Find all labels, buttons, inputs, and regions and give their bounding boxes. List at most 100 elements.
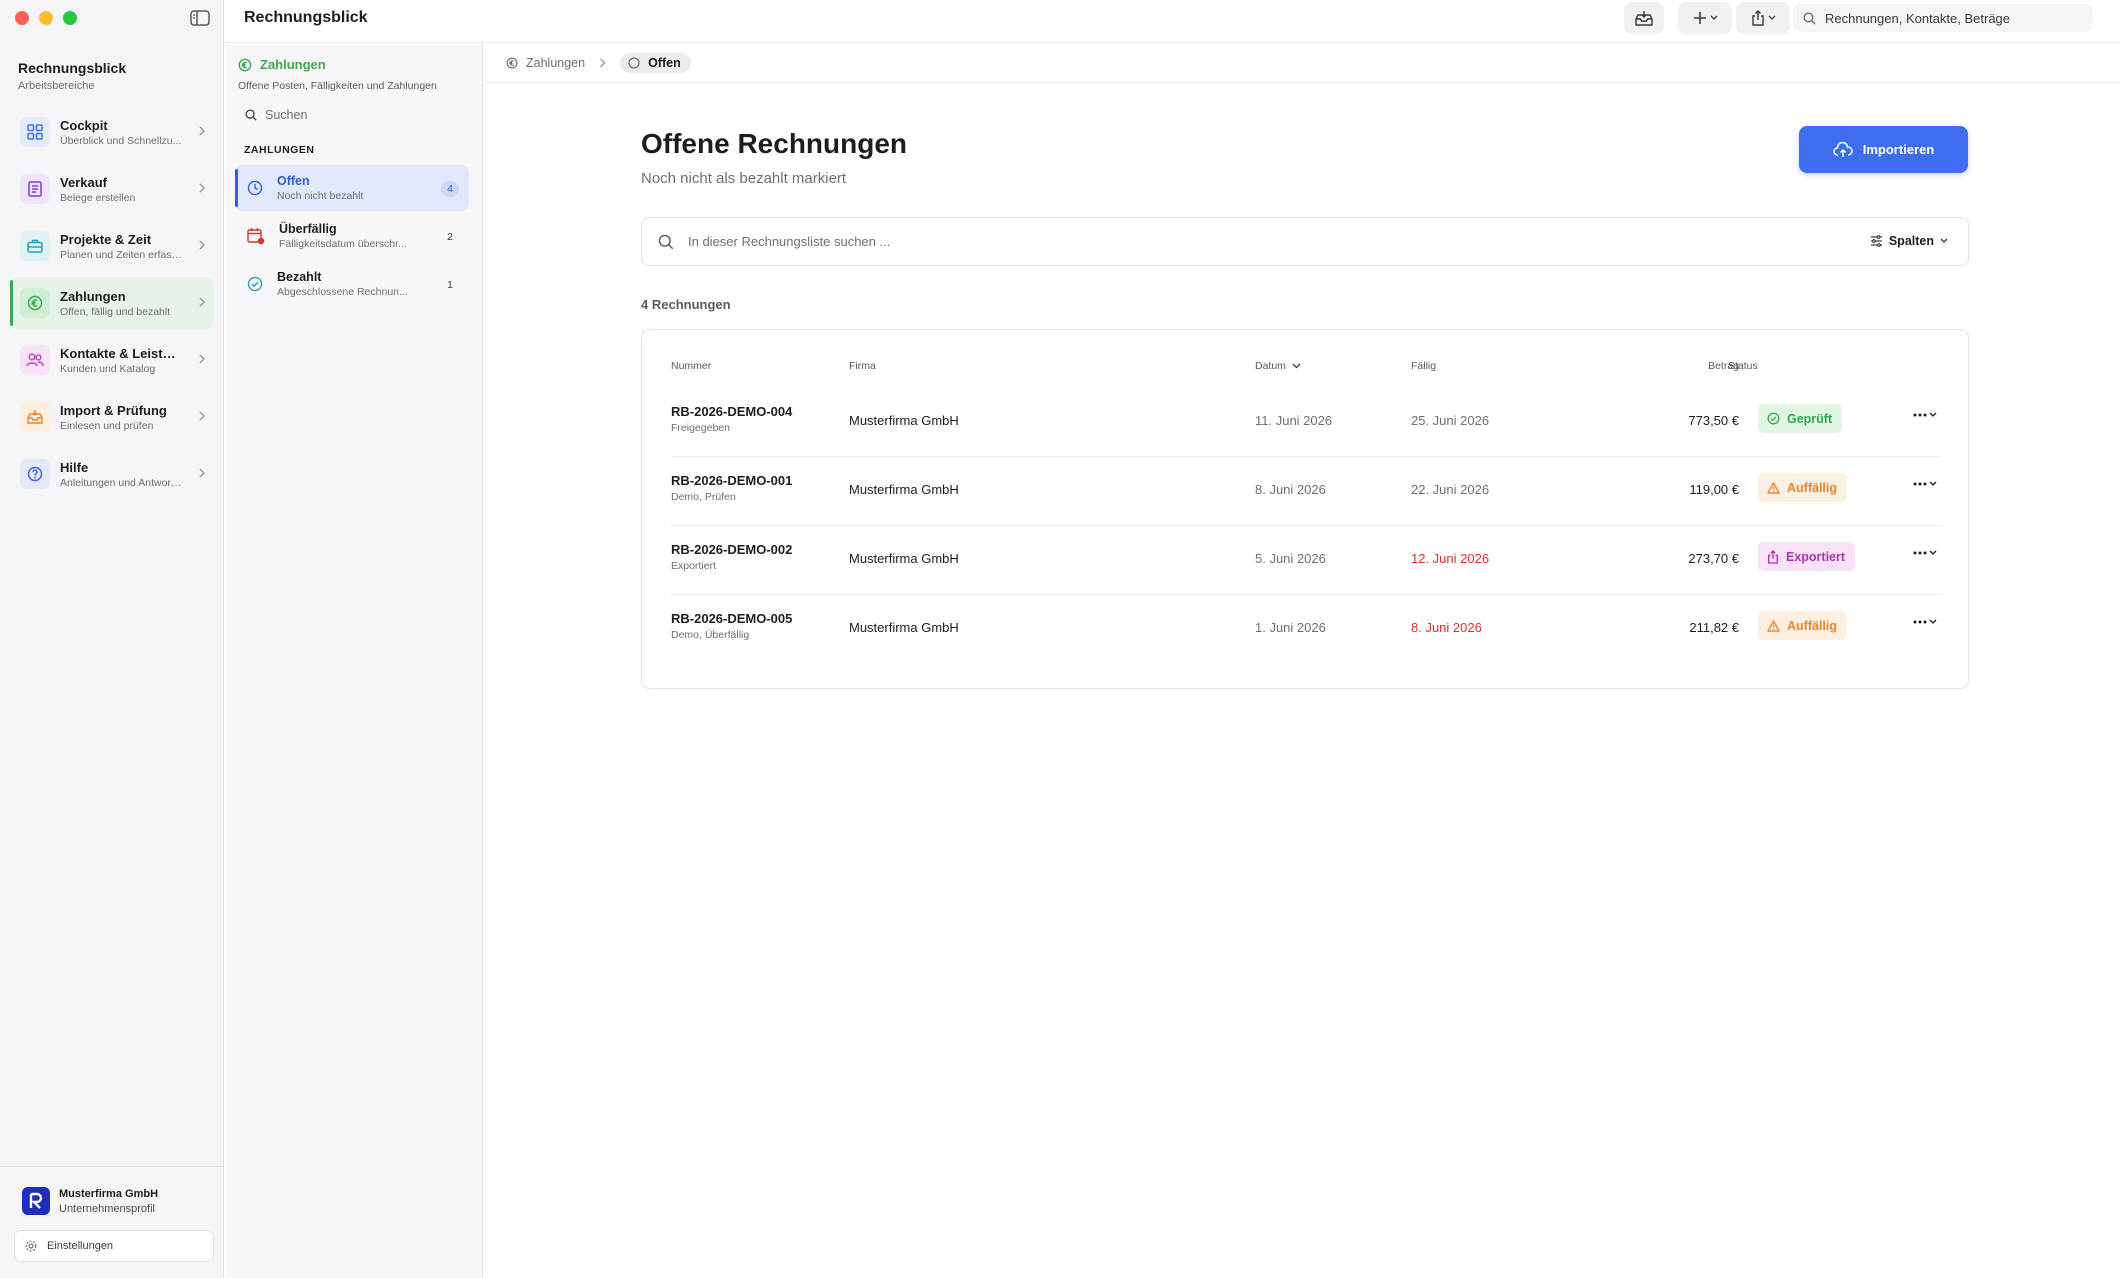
nav-item-verkauf[interactable]: Verkauf Belege erstellen <box>10 163 214 215</box>
column-header-number[interactable]: Nummer <box>671 360 711 372</box>
section-sidebar: Zahlungen Offene Posten, Fälligkeiten un… <box>225 43 483 1278</box>
company-profile[interactable]: Musterfirma GmbH Unternehmensprofil <box>0 1166 224 1215</box>
column-header-status[interactable]: Status <box>1728 360 1758 372</box>
invoice-tags: Demo, Prüfen <box>671 491 736 503</box>
column-header-due[interactable]: Fällig <box>1411 360 1436 372</box>
filter-item-offen[interactable]: Offen Noch nicht bezahlt 4 <box>235 165 469 211</box>
filter-count-badge: 1 <box>447 279 453 291</box>
circle-icon <box>628 56 640 69</box>
global-search-placeholder: Rechnungen, Kontakte, Beträge <box>1825 10 2011 26</box>
invoice-amount: 273,70 € <box>1688 551 1739 566</box>
chevron-down-icon <box>1929 481 1937 486</box>
row-actions-button[interactable] <box>1913 619 1937 625</box>
invoice-date: 11. Juni 2026 <box>1255 413 1333 428</box>
company-subtitle: Unternehmensprofil <box>59 1203 155 1215</box>
breadcrumb-parent[interactable]: Zahlungen <box>506 56 585 70</box>
import-button[interactable]: Importieren <box>1799 126 1968 173</box>
filter-item-ueberfaellig[interactable]: Überfällig Fälligkeitsdatum überschr... … <box>235 213 469 259</box>
global-search-input[interactable]: Rechnungen, Kontakte, Beträge <box>1793 4 2093 32</box>
chevron-down-icon <box>1710 15 1717 20</box>
nav-desc: Kunden und Katalog <box>60 362 156 375</box>
invoice-search-placeholder: In dieser Rechnungsliste suchen ... <box>688 234 891 249</box>
share-menu-button[interactable] <box>1736 2 1790 34</box>
breadcrumb-current[interactable]: Offen <box>620 52 691 73</box>
euro-icon <box>20 288 50 318</box>
columns-button-label: Spalten <box>1888 234 1934 248</box>
briefcase-icon <box>20 231 50 261</box>
table-row[interactable]: RB-2026-DEMO-004 Freigegeben Musterfirma… <box>671 388 1941 457</box>
nav-item-projekte[interactable]: Projekte & Zeit Planen und Zeiten erfass… <box>10 220 214 272</box>
status-badge: Auffällig <box>1758 473 1847 502</box>
people-icon <box>20 345 50 375</box>
chevron-down-icon <box>1929 619 1937 624</box>
invoice-due-date: 22. Juni 2026 <box>1411 482 1490 497</box>
minimize-window-button[interactable] <box>39 11 53 25</box>
sidebar-toggle-icon[interactable] <box>190 10 210 26</box>
invoice-date: 1. Juni 2026 <box>1255 620 1326 635</box>
ellipsis-icon <box>1913 413 1927 417</box>
row-actions-button[interactable] <box>1913 550 1937 556</box>
filter-count-badge: 2 <box>447 231 453 243</box>
invoice-company: Musterfirma GmbH <box>849 413 959 428</box>
invoice-search-input[interactable]: In dieser Rechnungsliste suchen ... Spal… <box>641 217 1969 266</box>
page-title: Offene Rechnungen <box>641 128 908 159</box>
chevron-right-icon <box>600 58 606 67</box>
invoice-count: 4 Rechnungen <box>641 297 731 312</box>
invoice-amount: 119,00 € <box>1689 482 1739 497</box>
nav-item-zahlungen[interactable]: Zahlungen Offen, fällig und bezahlt <box>10 277 214 329</box>
warning-icon <box>1767 619 1780 632</box>
gear-icon <box>25 1240 37 1252</box>
nav-item-kontakte[interactable]: Kontakte & Leistung... Kunden und Katalo… <box>10 334 214 386</box>
table-row[interactable]: RB-2026-DEMO-005 Demo, Überfällig Muster… <box>671 595 1941 664</box>
invoice-number: RB-2026-DEMO-005 <box>671 611 793 626</box>
chevron-right-icon <box>199 411 206 421</box>
nav-desc: Offen, fällig und bezahlt <box>60 305 171 318</box>
share-icon <box>1751 10 1764 26</box>
filter-desc: Abgeschlossene Rechnun... <box>277 286 408 298</box>
nav-desc: Einlesen und prüfen <box>60 419 154 432</box>
company-name: Musterfirma GmbH <box>59 1188 159 1200</box>
chevron-right-icon <box>199 468 206 478</box>
status-label: Geprüft <box>1787 411 1833 426</box>
table-row[interactable]: RB-2026-DEMO-002 Exportiert Musterfirma … <box>671 526 1941 595</box>
invoice-amount: 773,50 € <box>1688 413 1739 428</box>
invoice-due-date: 12. Juni 2026 <box>1411 551 1490 566</box>
chevron-right-icon <box>199 297 206 307</box>
invoice-due-date: 25. Juni 2026 <box>1411 413 1490 428</box>
chevron-right-icon <box>199 354 206 364</box>
section-search-placeholder: Suchen <box>265 108 308 122</box>
payment-filter-list: Offen Noch nicht bezahlt 4 Überfällig Fä… <box>235 165 469 309</box>
inbox-toolbar-button[interactable] <box>1624 2 1664 34</box>
add-menu-button[interactable] <box>1678 2 1732 34</box>
status-label: Auffällig <box>1787 618 1837 633</box>
columns-button[interactable]: Spalten <box>1870 234 1948 248</box>
chevron-down-icon <box>1929 412 1937 417</box>
close-window-button[interactable] <box>15 11 29 25</box>
filter-item-bezahlt[interactable]: Bezahlt Abgeschlossene Rechnun... 1 <box>235 261 469 307</box>
app-subtitle: Arbeitsbereiche <box>18 80 95 92</box>
chevron-right-icon <box>199 126 206 136</box>
zoom-window-button[interactable] <box>63 11 77 25</box>
sliders-icon <box>1870 235 1882 247</box>
nav-item-cockpit[interactable]: Cockpit Überblick und Schnellzu... <box>10 106 214 158</box>
window-controls <box>15 11 77 25</box>
invoice-due-date: 8. Juni 2026 <box>1411 620 1482 635</box>
calendar-alert-icon <box>247 228 265 245</box>
nav-label: Hilfe <box>60 459 89 475</box>
table-row[interactable]: RB-2026-DEMO-001 Demo, Prüfen Musterfirm… <box>671 457 1941 526</box>
invoice-tags: Freigegeben <box>671 422 730 434</box>
invoice-number: RB-2026-DEMO-001 <box>671 473 793 488</box>
section-search-input[interactable]: Suchen <box>245 108 307 122</box>
nav-item-import[interactable]: Import & Prüfung Einlesen und prüfen <box>10 391 214 443</box>
search-icon <box>658 234 674 249</box>
settings-button[interactable]: Einstellungen <box>14 1230 214 1262</box>
row-actions-button[interactable] <box>1913 412 1937 418</box>
invoice-company: Musterfirma GmbH <box>849 551 959 566</box>
nav-item-hilfe[interactable]: Hilfe Anleitungen und Antwort... <box>10 448 214 500</box>
filter-label: Bezahlt <box>277 270 322 284</box>
column-header-date[interactable]: Datum <box>1255 360 1301 372</box>
check-circle-icon <box>1767 412 1780 425</box>
column-header-company[interactable]: Firma <box>849 360 876 372</box>
row-actions-button[interactable] <box>1913 481 1937 487</box>
nav-label: Verkauf <box>60 174 107 190</box>
